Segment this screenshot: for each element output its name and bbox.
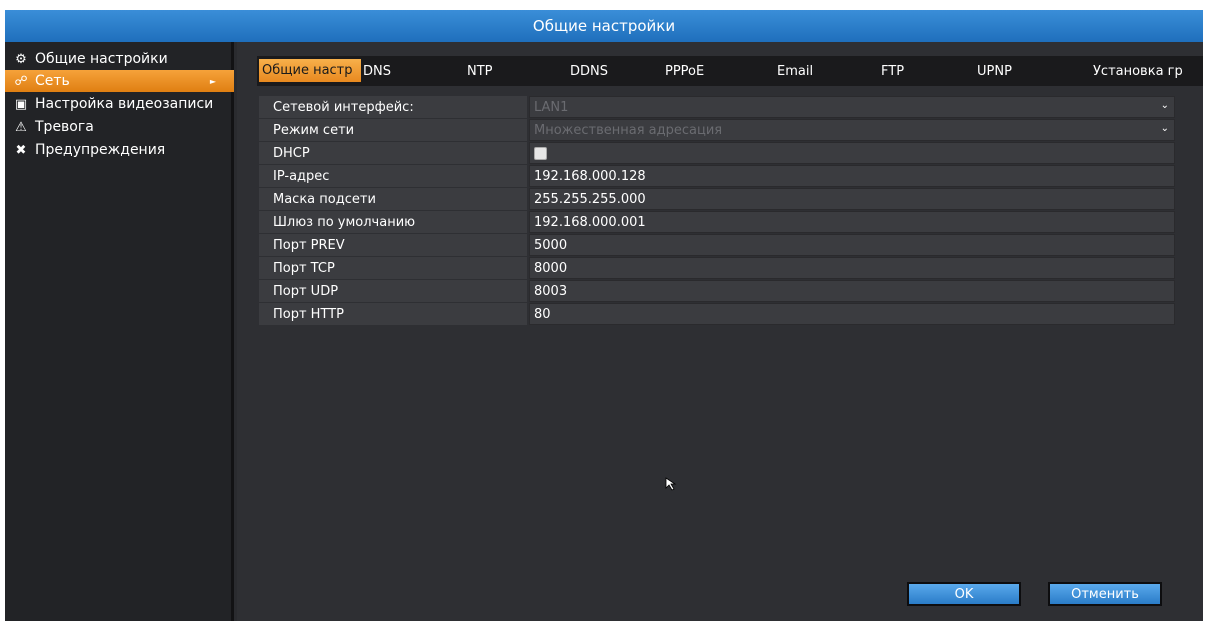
field-label: Порт HTTP [259, 303, 527, 325]
tab-install[interactable]: Установка гр [1093, 56, 1203, 86]
tab-pppoe[interactable]: PPPoE [665, 56, 704, 86]
udp-port-input[interactable]: 8003 [529, 280, 1175, 302]
form-row-prev-port: Порт PREV 5000 [259, 234, 1175, 257]
select-value: LAN1 [534, 99, 569, 115]
field-label: Порт TCP [259, 257, 527, 279]
chevron-right-icon: ► [209, 76, 216, 86]
sidebar-item-general[interactable]: ⚙ Общие настройки [5, 48, 234, 70]
form-row-gateway: Шлюз по умолчанию 192.168.000.001 [259, 211, 1175, 234]
ok-button[interactable]: OK [907, 582, 1021, 606]
tab-email[interactable]: Email [777, 56, 813, 86]
field-label: Порт UDP [259, 280, 527, 302]
field-label: Шлюз по умолчанию [259, 211, 527, 233]
sidebar-item-label: Сеть [35, 73, 70, 89]
form-row-dhcp: DHCP [259, 142, 1175, 165]
sidebar-item-label: Настройка видеозаписи [35, 96, 214, 112]
sidebar-item-warnings[interactable]: ✖ Предупреждения [5, 139, 234, 161]
sidebar-item-label: Тревога [35, 119, 94, 135]
tools-icon: ✖ [15, 142, 27, 158]
tab-ftp[interactable]: FTP [881, 56, 904, 86]
ip-address-input[interactable]: 192.168.000.128 [529, 165, 1175, 187]
tab-upnp[interactable]: UPNP [977, 56, 1012, 86]
tab-bar: Общие настр DNS NTP DDNS PPPoE Email FTP… [257, 56, 1203, 86]
form-row-subnet: Маска подсети 255.255.255.000 [259, 188, 1175, 211]
film-icon: ▣ [14, 96, 28, 112]
network-icon: ☍ [14, 73, 28, 89]
tab-ddns[interactable]: DDNS [570, 56, 608, 86]
prev-port-input[interactable]: 5000 [529, 234, 1175, 256]
field-label: DHCP [259, 142, 527, 164]
settings-window: Общие настройки ⚙ Общие настройки ☍ Сеть… [5, 10, 1203, 621]
field-label: IP-адрес [259, 165, 527, 187]
gears-icon: ⚙ [15, 51, 27, 67]
chevron-down-icon: ⌄ [1160, 100, 1169, 111]
form-row-http-port: Порт HTTP 80 [259, 303, 1175, 326]
window-title-bar: Общие настройки [5, 10, 1203, 42]
tab-dns[interactable]: DNS [363, 56, 391, 86]
field-label: Порт PREV [259, 234, 527, 256]
form-row-tcp-port: Порт TCP 8000 [259, 257, 1175, 280]
chevron-down-icon: ⌄ [1160, 123, 1169, 134]
form-row-interface: Сетевой интерфейс: LAN1 ⌄ [259, 96, 1175, 119]
form-row-udp-port: Порт UDP 8003 [259, 280, 1175, 303]
tab-general[interactable]: Общие настр [259, 59, 361, 82]
select-value: Множественная адресация [534, 122, 723, 138]
network-mode-select[interactable]: Множественная адресация ⌄ [529, 119, 1175, 141]
dhcp-checkbox[interactable] [534, 146, 547, 160]
interface-select[interactable]: LAN1 ⌄ [529, 96, 1175, 118]
sidebar: ⚙ Общие настройки ☍ Сеть ► ▣ Настройка в… [5, 42, 234, 621]
sidebar-item-recording[interactable]: ▣ Настройка видеозаписи [5, 93, 234, 115]
warning-icon: ⚠ [15, 119, 27, 135]
form-row-network-mode: Режим сети Множественная адресация ⌄ [259, 119, 1175, 142]
content-panel: Общие настр DNS NTP DDNS PPPoE Email FTP… [237, 42, 1203, 621]
window-title: Общие настройки [532, 17, 676, 35]
gateway-input[interactable]: 192.168.000.001 [529, 211, 1175, 233]
field-label: Сетевой интерфейс: [259, 96, 527, 118]
subnet-mask-input[interactable]: 255.255.255.000 [529, 188, 1175, 210]
tab-ntp[interactable]: NTP [467, 56, 493, 86]
field-label: Режим сети [259, 119, 527, 141]
sidebar-item-network[interactable]: ☍ Сеть ► [5, 70, 234, 92]
form-row-ip: IP-адрес 192.168.000.128 [259, 165, 1175, 188]
field-label: Маска подсети [259, 188, 527, 210]
dhcp-field [529, 142, 1175, 164]
sidebar-item-label: Общие настройки [35, 51, 168, 67]
sidebar-item-label: Предупреждения [35, 142, 166, 158]
tcp-port-input[interactable]: 8000 [529, 257, 1175, 279]
cancel-button[interactable]: Отменить [1048, 582, 1162, 606]
mouse-cursor-icon [665, 477, 677, 491]
http-port-input[interactable]: 80 [529, 303, 1175, 325]
sidebar-item-alarm[interactable]: ⚠ Тревога [5, 116, 234, 138]
